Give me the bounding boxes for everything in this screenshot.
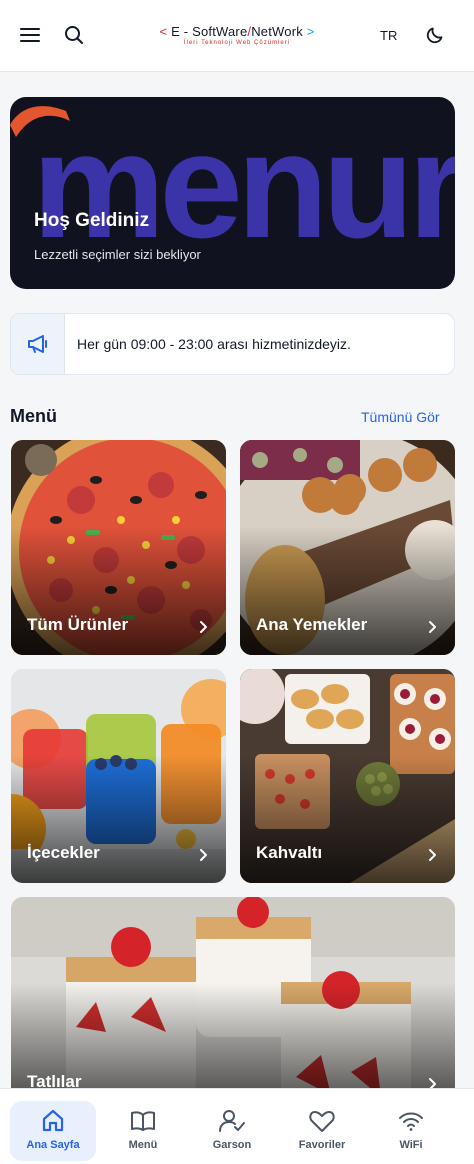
- category-label: Kahvaltı: [256, 843, 323, 862]
- opening-hours-notice: Her gün 09:00 - 23:00 arası hizmetinizde…: [10, 313, 455, 375]
- category-label: Tüm Ürünler: [27, 615, 129, 634]
- nav-item-menu[interactable]: Menü: [100, 1101, 186, 1161]
- search-button[interactable]: [56, 17, 92, 53]
- nav-item-wifi[interactable]: WiFi: [368, 1101, 454, 1161]
- search-icon: [65, 26, 83, 44]
- menu-section-title: Menü: [10, 406, 57, 426]
- heart-icon: [309, 1111, 335, 1132]
- home-icon: [42, 1109, 64, 1132]
- category-card-all-products[interactable]: Tüm Ürünler: [11, 440, 226, 655]
- chevron-right-icon: [429, 849, 436, 861]
- category-card-drinks[interactable]: İçecekler: [11, 669, 226, 883]
- hero-background-word: menur: [32, 101, 455, 269]
- hero-title: Hoş Geldiniz: [34, 210, 150, 231]
- category-label: Ana Yemekler: [256, 615, 368, 634]
- theme-toggle-button[interactable]: [417, 17, 453, 53]
- nav-item-home[interactable]: Ana Sayfa: [10, 1101, 96, 1161]
- nav-label: Garson: [212, 1139, 252, 1151]
- category-card-breakfast[interactable]: Kahvaltı: [240, 669, 455, 883]
- chevron-right-icon: [200, 621, 207, 633]
- category-label: İçecekler: [27, 843, 100, 862]
- chevron-right-icon: [429, 621, 436, 633]
- logo-text-left: E - SoftWare: [171, 24, 248, 39]
- nav-label: Menü: [128, 1139, 158, 1151]
- hero-banner: menur Hoş Geldiniz Lezzetli seçimler siz…: [10, 97, 455, 289]
- nav-label: Favoriler: [298, 1139, 346, 1151]
- book-icon: [131, 1111, 155, 1131]
- user-check-icon: [219, 1110, 245, 1132]
- menu-button[interactable]: [12, 17, 48, 53]
- category-card-main-dishes[interactable]: Ana Yemekler: [240, 440, 455, 655]
- category-card-desserts[interactable]: Tatlılar: [11, 897, 455, 1112]
- notice-icon-box: [11, 314, 65, 374]
- logo-tagline: İleri Teknoloji Web Çözümleri: [183, 40, 291, 46]
- moon-icon: [426, 27, 443, 44]
- see-all-link[interactable]: Tümünü Gör: [361, 409, 440, 425]
- hamburger-icon: [20, 28, 40, 42]
- language-toggle[interactable]: TR: [380, 28, 397, 43]
- bottom-navigation: Ana Sayfa Menü Garson Favoriler WiFi: [0, 1088, 474, 1164]
- top-bar: < E - SoftWare/NetWork > İleri Teknoloji…: [0, 0, 474, 72]
- wifi-icon: [399, 1112, 423, 1131]
- nav-label: WiFi: [399, 1139, 423, 1151]
- hero-subtitle: Lezzetli seçimler sizi bekliyor: [34, 247, 201, 262]
- nav-label: Ana Sayfa: [26, 1139, 80, 1151]
- chevron-right-icon: [200, 849, 207, 861]
- nav-item-waiter[interactable]: Garson: [189, 1101, 275, 1161]
- nav-item-favorites[interactable]: Favoriler: [279, 1101, 365, 1161]
- brand-logo[interactable]: < E - SoftWare/NetWork > İleri Teknoloji…: [130, 24, 344, 46]
- notice-text: Her gün 09:00 - 23:00 arası hizmetinizde…: [77, 336, 351, 352]
- logo-text-right: NetWork: [251, 24, 303, 39]
- megaphone-icon: [27, 335, 47, 353]
